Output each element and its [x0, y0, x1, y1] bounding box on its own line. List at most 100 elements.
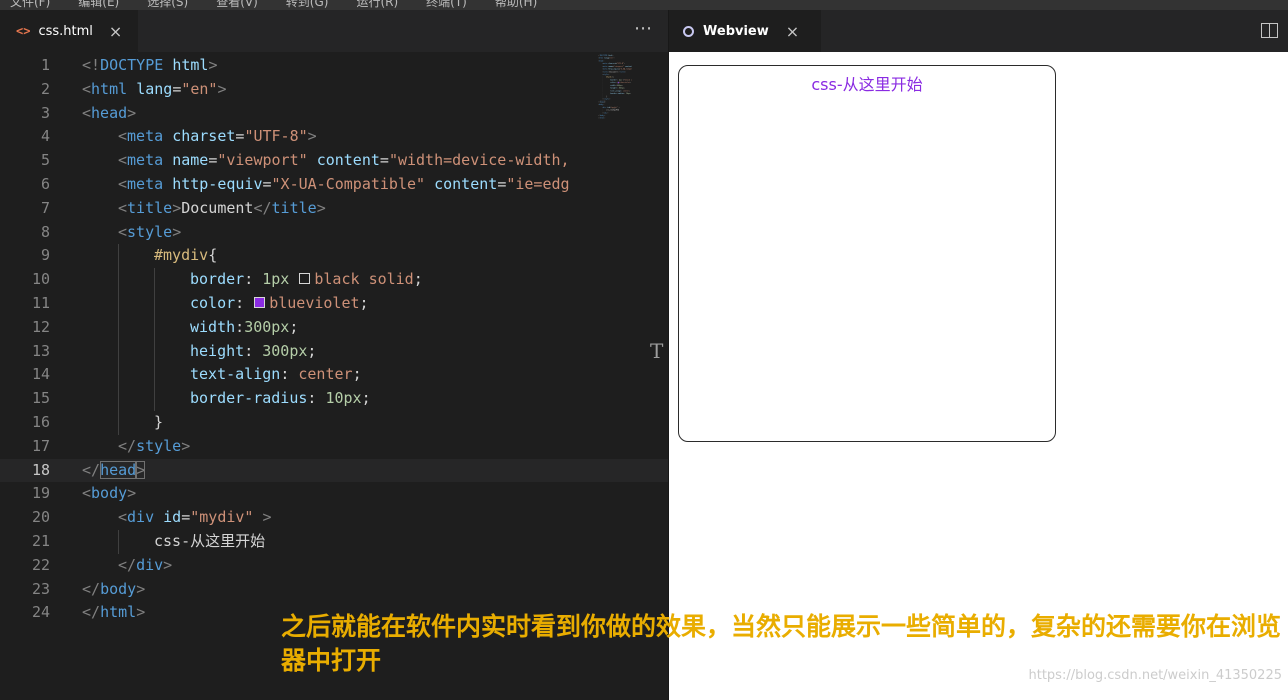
tab-label: css.html	[38, 23, 93, 39]
code-line[interactable]: 7 <title>Document</title>	[0, 197, 668, 221]
line-number: 12	[31, 317, 50, 336]
indent-guide	[82, 268, 118, 292]
indent-guide	[82, 149, 118, 173]
indent-guide	[82, 125, 118, 149]
indent-guide	[82, 363, 118, 387]
code-line[interactable]: 23 </body>	[0, 578, 668, 602]
watermark: https://blog.csdn.net/weixin_41350225	[1028, 668, 1282, 683]
line-number: 21	[31, 531, 50, 550]
code-line[interactable]: 8 <style>	[0, 221, 668, 245]
indent-guide	[82, 554, 118, 578]
code-line-content: color: blueviolet;	[50, 292, 369, 316]
line-number: 16	[31, 412, 50, 431]
code-line-content: </head>	[82, 460, 146, 479]
color-swatch-black[interactable]	[299, 273, 311, 285]
line-number: 5	[40, 151, 50, 170]
split-editor-icon[interactable]	[1261, 23, 1278, 38]
code-line[interactable]: 14 text-align: center;	[0, 363, 668, 387]
webview-icon	[683, 25, 694, 37]
annotation-line-1: 之后就能在软件内实时看到你做的效果，当然只能展示一些简单的，复杂的还需要你在浏览	[281, 612, 1282, 641]
menu-item[interactable]: 帮助(H)	[495, 0, 537, 10]
webview-tab-label: Webview	[703, 23, 769, 39]
indent-guide	[118, 411, 154, 435]
code-line[interactable]: 6 <meta http-equiv="X-UA-Compatible" cont…	[0, 173, 668, 197]
code-line[interactable]: 2 <html lang="en">	[0, 78, 668, 102]
indent-guide	[118, 340, 154, 364]
code-line[interactable]: 17 </style>	[0, 435, 668, 459]
editor-pane: <> css.html × ⋯ 1 <!DOCTYPE html> 2 <html l…	[0, 10, 669, 700]
code-line-content: </style>	[50, 435, 190, 459]
code-line[interactable]: 5 <meta name="viewport" content="width=de…	[0, 149, 668, 173]
menu-bar: 文件(F) 编辑(E) 选择(S) 查看(V) 转到(G) 运行(R) 终端(T) 帮助(H)	[0, 0, 1288, 10]
line-number: 19	[31, 484, 50, 503]
code-line[interactable]: 3 <head>	[0, 102, 668, 126]
code-line-content: <title>Document</title>	[50, 197, 326, 221]
color-swatch-blueviolet[interactable]	[254, 296, 266, 308]
code-line-content: <body>	[82, 484, 137, 503]
code-line-content: }	[50, 411, 163, 435]
line-number: 6	[40, 174, 50, 193]
indent-guide	[82, 387, 118, 411]
code-line[interactable]: 12 width:300px;	[0, 316, 668, 340]
code-line-content: <meta name="viewport" content="width=dev…	[50, 149, 570, 173]
indent-guide	[82, 221, 118, 245]
main-layout: <> css.html × ⋯ 1 <!DOCTYPE html> 2 <html l…	[0, 10, 1288, 700]
code-line[interactable]: 22 </div>	[0, 554, 668, 578]
menu-item[interactable]: 编辑(E)	[78, 0, 119, 10]
menu-item[interactable]: 运行(R)	[356, 0, 398, 10]
code-line[interactable]: 20 <div id="mydiv" >	[0, 506, 668, 530]
menu-item[interactable]: 文件(F)	[10, 0, 50, 10]
indent-guide	[118, 292, 154, 316]
code-line[interactable]: 11 color: blueviolet;	[0, 292, 668, 316]
close-icon[interactable]: ×	[786, 22, 799, 41]
indent-guide	[118, 363, 154, 387]
close-icon[interactable]: ×	[109, 22, 122, 41]
code-editor[interactable]: 1 <!DOCTYPE html> 2 <html lang="en"> 3 <head>…	[0, 52, 668, 700]
code-line[interactable]: 10 border: 1px black solid;	[0, 268, 668, 292]
code-line[interactable]: 19 <body>	[0, 482, 668, 506]
menu-item[interactable]: 选择(S)	[147, 0, 188, 10]
line-number: 15	[31, 389, 50, 408]
indent-guide	[154, 340, 190, 364]
code-line-content: text-align: center;	[50, 363, 362, 387]
line-number: 23	[31, 579, 50, 598]
webview-tab-bar: Webview ×	[669, 10, 1288, 52]
line-number: 2	[40, 79, 50, 98]
code-line-content: <!DOCTYPE html>	[82, 56, 218, 74]
code-line-content: border-radius: 10px;	[50, 387, 371, 411]
menu-item[interactable]: 终端(T)	[426, 0, 467, 10]
code-lines: 1 <!DOCTYPE html> 2 <html lang="en"> 3 <head>…	[0, 54, 668, 625]
code-line-content: css-从这里开始	[50, 530, 265, 554]
indent-guide	[154, 316, 190, 340]
indent-guide	[82, 173, 118, 197]
code-line[interactable]: 18 </head>	[0, 458, 668, 483]
indent-guide	[154, 292, 190, 316]
indent-guide	[82, 411, 118, 435]
code-line[interactable]: 9 #mydiv{	[0, 244, 668, 268]
indent-guide	[82, 197, 118, 221]
minimap[interactable]: <!DOCTYPE html> <html lang="en"> <head> <me…	[598, 54, 632, 194]
menu-item[interactable]: 转到(G)	[286, 0, 329, 10]
code-line[interactable]: 4 <meta charset="UTF-8">	[0, 125, 668, 149]
code-line[interactable]: 21 css-从这里开始	[0, 530, 668, 554]
line-number: 22	[31, 555, 50, 574]
line-number: 13	[31, 341, 50, 360]
more-actions-icon[interactable]: ⋯	[634, 18, 652, 39]
code-line-content: height: 300px;	[50, 340, 316, 364]
indent-guide	[82, 244, 118, 268]
code-line-content: border: 1px black solid;	[50, 268, 423, 292]
indent-guide	[82, 316, 118, 340]
line-number: 10	[31, 270, 50, 289]
line-number: 17	[31, 436, 50, 455]
tab-css-html[interactable]: <> css.html ×	[0, 10, 139, 52]
webview-content: css-从这里开始	[669, 52, 1288, 700]
line-number: 20	[31, 508, 50, 527]
code-line[interactable]: 15 border-radius: 10px;	[0, 387, 668, 411]
tab-webview[interactable]: Webview ×	[669, 10, 821, 52]
indent-guide	[82, 292, 118, 316]
code-line[interactable]: 1 <!DOCTYPE html>	[0, 54, 668, 78]
code-line[interactable]: 16}	[0, 411, 668, 435]
indent-guide	[82, 340, 118, 364]
code-line[interactable]: 13 height: 300px;	[0, 340, 668, 364]
menu-item[interactable]: 查看(V)	[216, 0, 258, 10]
